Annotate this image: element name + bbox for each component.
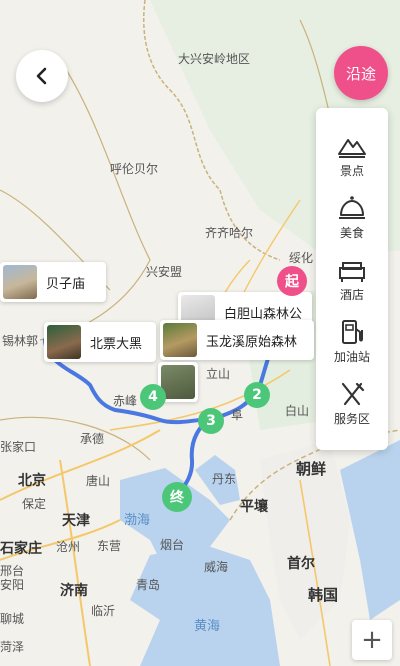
poi-scenic[interactable]: 景点	[316, 132, 388, 194]
poi-hotel[interactable]: 酒店	[316, 256, 388, 318]
status-bar	[0, 0, 400, 22]
map-label-fuxin: 阜	[231, 408, 244, 422]
map-label-xilinguole: 锡林郭	[2, 334, 39, 348]
map-label-qingdao: 青岛	[136, 578, 161, 592]
map-label-xingtai: 邢台	[0, 564, 25, 578]
map-label-shijiazhuang: 石家庄	[0, 541, 42, 557]
map-label-linyi: 临沂	[91, 604, 116, 618]
map-label-xinganmeng: 兴安盟	[146, 265, 183, 279]
poi-food[interactable]: 美食	[316, 194, 388, 256]
zoom-in-button[interactable]: +	[352, 620, 392, 660]
map-label-shouer: 首尔	[287, 556, 315, 572]
map-label-lishan: 立山	[206, 367, 231, 381]
service-area-icon	[341, 382, 365, 406]
poi-hotel-label: 酒店	[339, 288, 364, 302]
poi-scenic-label: 景点	[339, 164, 364, 178]
map-label-yantai: 烟台	[160, 538, 185, 552]
hotel-icon	[339, 262, 365, 282]
map-label-liaocheng: 聊城	[0, 612, 25, 626]
map-label-daxinganling: 大兴安岭地区	[178, 52, 251, 66]
map-label-huanghai: 黄海	[194, 619, 221, 634]
route-stop-marker[interactable]: 3	[198, 408, 224, 434]
poi-thumbnail	[47, 325, 81, 359]
map-label-chengde: 承德	[80, 432, 105, 446]
route-stop-marker[interactable]: 4	[140, 384, 166, 410]
route-stop-marker[interactable]: 2	[244, 382, 270, 408]
map-label-qiqihaer: 齐齐哈尔	[205, 226, 254, 240]
route-start-marker[interactable]: 起	[277, 266, 307, 296]
poi-card-title: 白胆山森林公	[224, 306, 303, 322]
map-label-jinan: 济南	[60, 583, 88, 599]
poi-service-area[interactable]: 服务区	[316, 380, 388, 442]
along-route-button[interactable]: 沿途	[334, 46, 388, 100]
map-label-tianjin: 天津	[62, 513, 90, 529]
map-label-bohai: 渤海	[124, 513, 151, 528]
poi-card-beizimiao[interactable]: 贝子庙	[0, 262, 106, 302]
poi-card-beipiao[interactable]: 北票大黑	[44, 322, 156, 362]
scenic-icon	[338, 139, 366, 158]
map-label-weihai: 威海	[204, 560, 229, 574]
map-label-dandong: 丹东	[212, 472, 237, 486]
poi-thumbnail	[3, 265, 37, 299]
map-label-zhangjiakou: 张家口	[0, 440, 37, 454]
map-label-dongying: 东营	[97, 539, 122, 553]
map-label-suihua: 绥化	[289, 251, 314, 265]
poi-thumbnail	[163, 323, 197, 357]
poi-card-title: 北票大黑	[90, 336, 143, 352]
map-label-beijing: 北京	[18, 473, 46, 489]
poi-card-title: 玉龙溪原始森林	[206, 334, 298, 350]
map-label-chaoxian: 朝鲜	[296, 460, 327, 478]
map-label-baishan: 白山	[285, 404, 310, 418]
map-label-hulunbeier: 呼伦贝尔	[110, 162, 159, 176]
gas-station-icon	[342, 320, 363, 344]
poi-service-area-label: 服务区	[333, 412, 370, 426]
food-icon	[339, 196, 365, 219]
poi-thumbnail	[161, 365, 195, 399]
map-label-tangshan: 唐山	[86, 474, 111, 488]
map-label-pingrang: 平壤	[240, 499, 268, 515]
route-end-marker[interactable]: 终	[162, 482, 192, 512]
map-label-baoding: 保定	[22, 497, 47, 511]
map-label-hezhe: 菏泽	[0, 640, 25, 654]
map-label-cangzhou: 沧州	[56, 540, 81, 554]
chevron-left-icon	[36, 67, 47, 85]
back-button[interactable]	[16, 50, 68, 102]
map-label-chifeng: 赤峰	[113, 394, 138, 408]
poi-gas-station-label: 加油站	[333, 350, 370, 364]
map-label-hanguo: 韩国	[308, 586, 339, 604]
poi-card-yulongxi[interactable]: 玉龙溪原始森林	[160, 320, 314, 360]
poi-category-panel: 景点 美食 酒店 加油站 服务区	[316, 108, 388, 450]
poi-food-label: 美食	[339, 226, 364, 240]
poi-card-title: 贝子庙	[46, 276, 86, 292]
map-label-anyang: 安阳	[0, 578, 25, 592]
poi-gas-station[interactable]: 加油站	[316, 318, 388, 380]
